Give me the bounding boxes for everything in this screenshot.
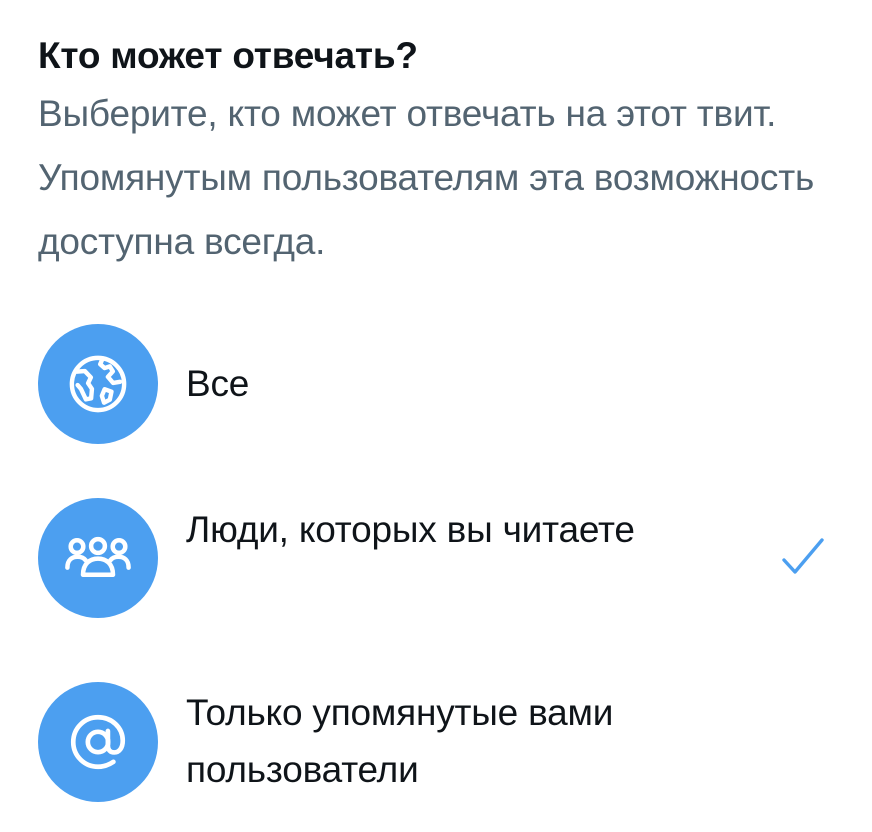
- option-only-mentioned[interactable]: Только упомянутые вами пользователи: [0, 682, 872, 802]
- panel-description: Выберите, кто может отвечать на этот тви…: [38, 93, 815, 262]
- panel-title: Кто может отвечать?: [38, 35, 418, 76]
- option-label-everyone: Все: [186, 363, 250, 404]
- option-label-people-you-follow: Люди, которых вы читаете: [186, 509, 635, 550]
- people-icon: [38, 498, 158, 618]
- at-sign-icon: [38, 682, 158, 802]
- globe-icon: [38, 324, 158, 444]
- reply-settings-header: Кто может отвечать? Выберите, кто может …: [38, 30, 838, 274]
- selected-checkmark-icon: [778, 534, 826, 582]
- option-people-you-follow[interactable]: Люди, которых вы читаете: [0, 498, 872, 618]
- reply-settings-panel: Кто может отвечать? Выберите, кто может …: [0, 0, 872, 832]
- option-label-only-mentioned: Только упомянутые вами пользователи: [186, 692, 614, 790]
- option-everyone[interactable]: Все: [0, 324, 872, 444]
